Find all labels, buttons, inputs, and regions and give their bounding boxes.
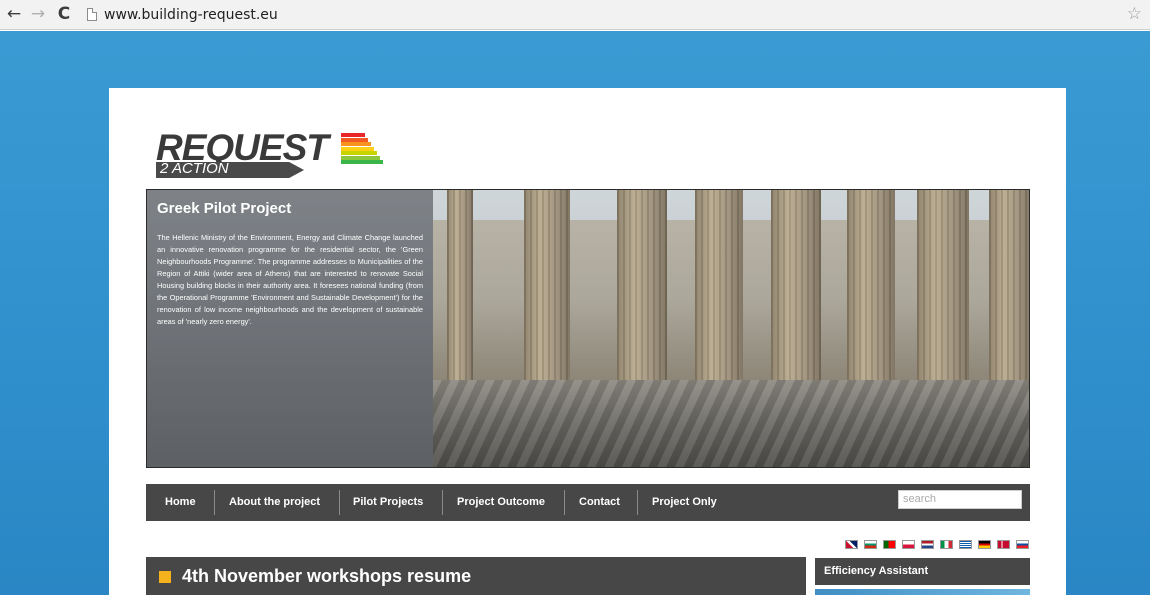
hero-photo-column bbox=[917, 190, 969, 395]
flag-pt-icon[interactable] bbox=[883, 540, 896, 549]
energy-bar bbox=[341, 155, 380, 160]
nav-separator bbox=[339, 490, 340, 515]
logo-subtitle: 2 ACTION bbox=[160, 160, 229, 177]
nav-contact[interactable]: Contact bbox=[579, 484, 620, 521]
energy-bar bbox=[341, 160, 383, 164]
news-title[interactable]: 4th November workshops resume bbox=[182, 566, 471, 587]
nav-about-the-project[interactable]: About the project bbox=[229, 484, 320, 521]
flag-nl-icon[interactable] bbox=[921, 540, 934, 549]
nav-home[interactable]: Home bbox=[165, 484, 196, 521]
hero-photo-column bbox=[771, 190, 821, 395]
address-bar[interactable]: www.building-request.eu bbox=[104, 7, 278, 23]
hero-photo-column bbox=[617, 190, 667, 395]
energy-bar bbox=[341, 146, 374, 151]
flag-pl-icon[interactable] bbox=[902, 540, 915, 549]
flag-gr-icon[interactable] bbox=[959, 540, 972, 549]
hero-photo-column bbox=[524, 190, 570, 395]
nav-separator bbox=[637, 490, 638, 515]
nav-separator bbox=[214, 490, 215, 515]
sidebar-title: Efficiency Assistant bbox=[824, 565, 929, 577]
energy-bar bbox=[341, 133, 365, 137]
flag-de-icon[interactable] bbox=[978, 540, 991, 549]
nav-project-only[interactable]: Project Only bbox=[652, 484, 717, 521]
search-input[interactable]: search bbox=[898, 490, 1022, 509]
sidebar-image[interactable] bbox=[815, 589, 1030, 595]
energy-bar bbox=[341, 137, 368, 142]
hero-title[interactable]: Greek Pilot Project bbox=[157, 200, 291, 217]
energy-bar bbox=[341, 151, 377, 155]
hero-banner: Greek Pilot Project The Hellenic Ministr… bbox=[146, 189, 1030, 468]
flag-it-icon[interactable] bbox=[940, 540, 953, 549]
flag-en-icon[interactable] bbox=[845, 540, 858, 549]
nav-separator bbox=[442, 490, 443, 515]
reload-icon[interactable]: C bbox=[54, 4, 74, 24]
main-navigation: Home About the project Pilot Projects Pr… bbox=[146, 484, 1030, 521]
flag-dk-icon[interactable] bbox=[997, 540, 1010, 549]
hero-photo-column bbox=[847, 190, 895, 395]
hero-photo-column bbox=[447, 190, 473, 395]
forward-arrow-icon[interactable]: → bbox=[28, 4, 48, 24]
flag-bg-icon[interactable] bbox=[864, 540, 877, 549]
nav-separator bbox=[564, 490, 565, 515]
nav-pilot-projects[interactable]: Pilot Projects bbox=[353, 484, 423, 521]
bookmark-star-icon[interactable]: ☆ bbox=[1127, 4, 1142, 24]
hero-description: The Hellenic Ministry of the Environment… bbox=[157, 233, 423, 326]
hero-photo-column bbox=[989, 190, 1029, 395]
nav-project-outcome[interactable]: Project Outcome bbox=[457, 484, 545, 521]
hero-photo-column bbox=[695, 190, 743, 395]
flag-sk-icon[interactable] bbox=[1016, 540, 1029, 549]
hero-photo-rubble bbox=[433, 380, 1029, 467]
browser-toolbar: ← → C www.building-request.eu ☆ bbox=[0, 0, 1150, 30]
sidebar-header: Efficiency Assistant bbox=[815, 558, 1030, 585]
news-header: 4th November workshops resume bbox=[146, 557, 806, 595]
energy-bar bbox=[341, 142, 371, 146]
site-logo[interactable]: REQUEST 2 ACTION bbox=[156, 129, 396, 182]
page-icon bbox=[87, 8, 97, 21]
energy-label-icon bbox=[341, 133, 383, 165]
back-arrow-icon[interactable]: ← bbox=[4, 4, 24, 24]
square-bullet-icon bbox=[159, 571, 171, 583]
